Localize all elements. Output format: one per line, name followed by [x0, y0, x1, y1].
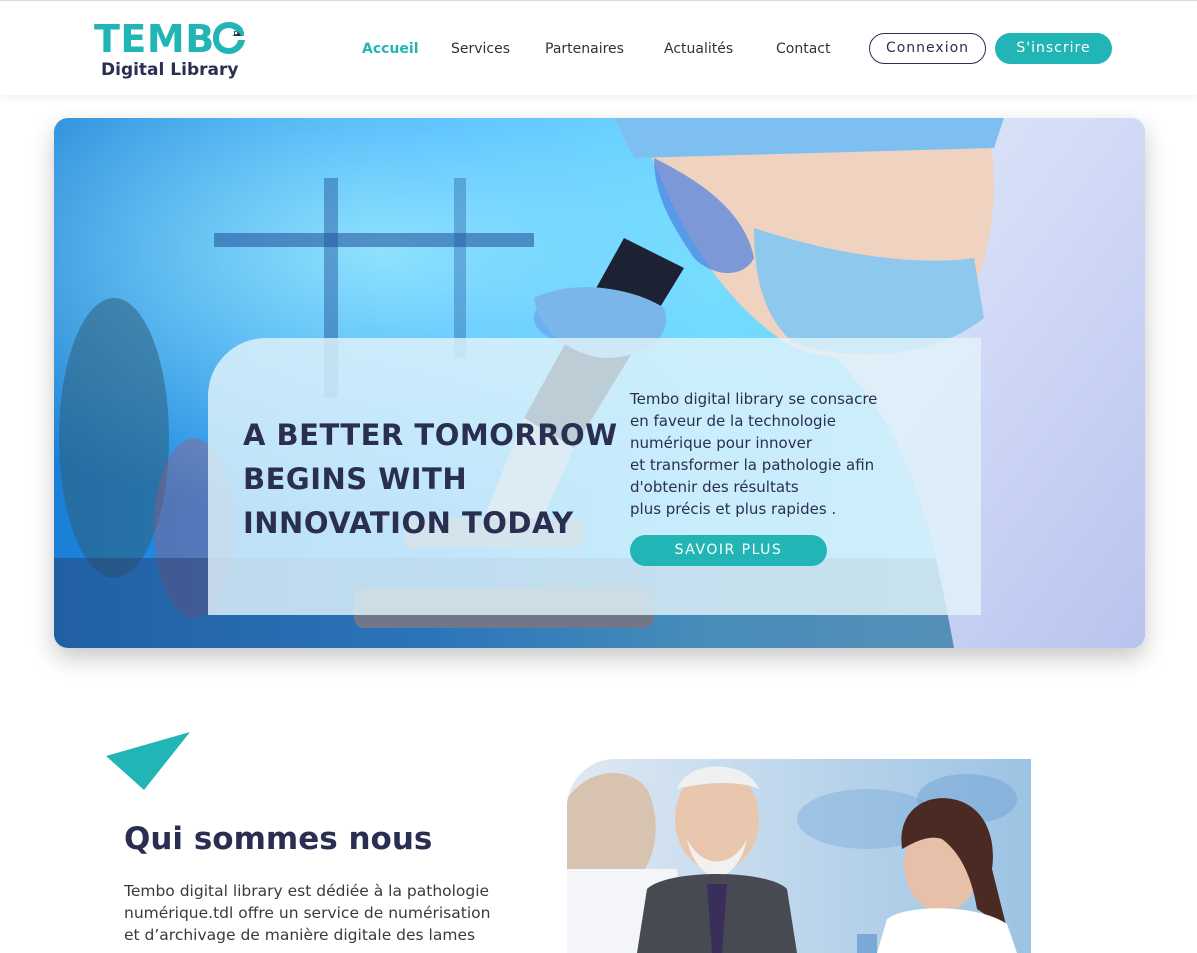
nav-item-accueil[interactable]: Accueil	[362, 39, 419, 59]
about-description: Tembo digital library est dédiée à la pa…	[124, 880, 514, 946]
hero-title: A BETTER TOMORROW BEGINS WITH INNOVATION…	[243, 413, 618, 545]
about-description-line: et d’archivage de manière digitale des l…	[124, 926, 476, 944]
nav-item-actualites[interactable]: Actualités	[664, 39, 733, 59]
signup-button[interactable]: S'inscrire	[995, 33, 1112, 64]
nav-item-services[interactable]: Services	[451, 39, 510, 59]
decorative-triangle	[106, 732, 190, 790]
doctors-conversation-image	[567, 759, 1031, 953]
hero-description-line: et transformer la pathologie afin	[630, 456, 875, 474]
hero-description-line: d'obtenir des résultats	[630, 478, 799, 496]
about-description-line: Tembo digital library est dédiée à la pa…	[124, 882, 490, 900]
hero-description-line: Tembo digital library se consacre	[630, 390, 878, 408]
hero-description-line: numérique pour innover	[630, 434, 812, 452]
login-button[interactable]: Connexion	[869, 33, 986, 64]
nav-item-contact[interactable]: Contact	[776, 39, 830, 59]
nav-item-partenaires[interactable]: Partenaires	[545, 39, 624, 59]
about-title: Qui sommes nous	[124, 821, 433, 857]
hero-banner: A BETTER TOMORROW BEGINS WITH INNOVATION…	[54, 118, 1145, 648]
learn-more-button[interactable]: SAVOIR PLUS	[630, 535, 827, 566]
hero-card: A BETTER TOMORROW BEGINS WITH INNOVATION…	[208, 338, 981, 615]
doctors-photo	[567, 759, 1031, 953]
elephant-logo-icon	[213, 22, 245, 54]
site-header: TEMB Digital Library Accueil Services Pa…	[0, 0, 1197, 95]
hero-description: Tembo digital library se consacre en fav…	[630, 388, 950, 520]
hero-description-line: en faveur de la technologie	[630, 412, 836, 430]
hero-title-line: A BETTER TOMORROW	[243, 418, 618, 452]
logo[interactable]: TEMB Digital Library	[94, 15, 254, 85]
about-description-line: numérique.tdl offre un service de numéri…	[124, 904, 491, 922]
hero-title-line: INNOVATION TODAY	[243, 506, 574, 540]
logo-wordmark: TEMB	[94, 17, 215, 61]
logo-subtitle: Digital Library	[101, 60, 239, 80]
hero-title-line: BEGINS WITH	[243, 462, 468, 496]
hero-description-line: plus précis et plus rapides .	[630, 500, 837, 518]
